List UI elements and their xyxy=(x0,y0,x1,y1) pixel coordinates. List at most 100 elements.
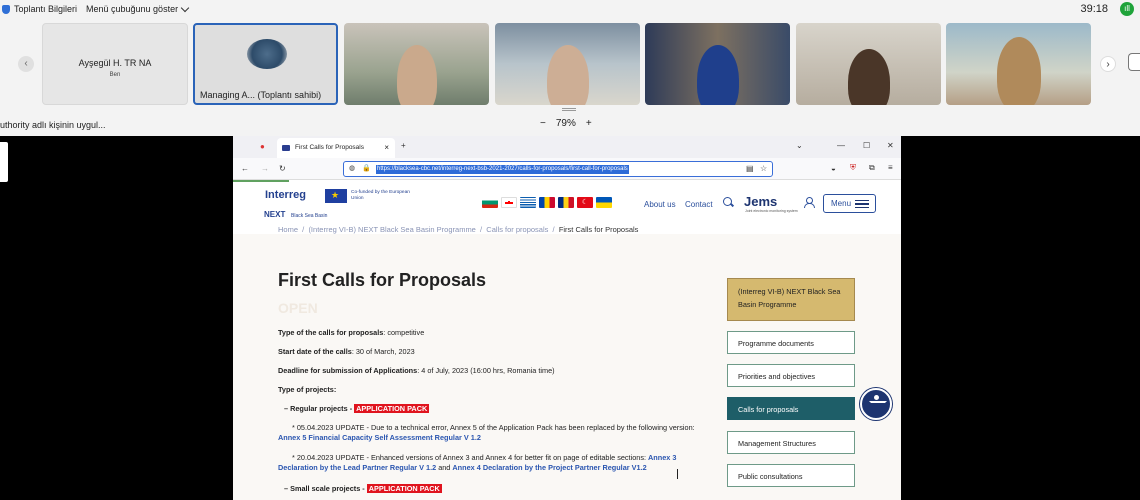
zoom-in-button[interactable]: + xyxy=(586,118,592,129)
sidebar-item-management[interactable]: Management Structures xyxy=(727,431,855,454)
reload-button[interactable]: ↻ xyxy=(279,164,286,173)
reader-view-icon[interactable]: ▤ xyxy=(746,164,754,173)
interreg-logo[interactable]: Interreg xyxy=(265,189,306,201)
projects-label: Type of projects: xyxy=(278,385,337,394)
contact-link[interactable]: Contact xyxy=(685,200,713,209)
meeting-info-label: Toplantı Bilgileri xyxy=(14,4,78,14)
flag-romania-icon[interactable] xyxy=(558,197,574,208)
regular-projects-line: – Regular projects - APPLICATION PACK xyxy=(284,404,704,414)
deadline-label: Deadline for submission of Applications xyxy=(278,366,418,375)
small-label: – Small scale projects - xyxy=(284,484,365,493)
participant-person xyxy=(696,45,739,105)
new-tab-button[interactable]: + xyxy=(401,141,406,150)
forward-button[interactable]: → xyxy=(261,164,269,173)
url-text[interactable]: https://blacksea-cbc.net/interreg-next-b… xyxy=(376,165,629,174)
deadline-value: : 4 of July, 2023 (16:00 hrs, Romania ti… xyxy=(417,366,555,375)
call-type-value: : competitive xyxy=(383,328,425,337)
pocket-icon[interactable]: ◒ xyxy=(831,164,836,173)
flag-moldova-icon[interactable] xyxy=(539,197,555,208)
regular-label: – Regular projects - xyxy=(284,404,353,413)
participant-video-2[interactable] xyxy=(495,23,640,105)
sidebar-item-calls[interactable]: Calls for proposals xyxy=(727,397,855,420)
search-icon[interactable] xyxy=(723,197,732,206)
participant-person xyxy=(996,37,1041,105)
tab-list-icon[interactable]: ⌄ xyxy=(796,141,803,150)
close-tab-icon[interactable]: × xyxy=(384,143,389,152)
breadcrumb: Home / (Interreg VI-B) NEXT Black Sea Ba… xyxy=(278,225,639,234)
participant-video-3[interactable] xyxy=(645,23,790,105)
minimize-button[interactable]: — xyxy=(837,141,845,150)
update2-paragraph: * 20.04.2023 UPDATE - Enhanced versions … xyxy=(278,453,698,473)
lock-icon[interactable]: 🔒 xyxy=(362,164,371,172)
accessibility-icon[interactable] xyxy=(860,388,892,420)
zoom-control: − 79% + xyxy=(540,118,592,129)
menu-button[interactable]: Menu xyxy=(823,194,876,213)
site-header: Interreg NEXT Black Sea Basin Co-funded … xyxy=(233,182,901,226)
participant-tile-self[interactable]: Ayşegül H. TR NA Ben xyxy=(42,23,188,105)
call-type-label: Type of the calls for proposals xyxy=(278,328,384,337)
breadcrumb-calls[interactable]: Calls for proposals xyxy=(486,225,548,234)
flag-bulgaria-icon[interactable] xyxy=(482,197,498,208)
update1-paragraph: * 05.04.2023 UPDATE - Due to a technical… xyxy=(278,423,698,443)
flag-greece-icon[interactable] xyxy=(520,197,536,208)
language-flags: ☾ xyxy=(482,197,612,208)
app-menu-icon[interactable]: ≡ xyxy=(888,163,893,172)
menu-label: Menu xyxy=(831,199,852,208)
firefox-icon[interactable]: ● xyxy=(260,142,265,151)
sidebar-item-priorities[interactable]: Priorities and objectives xyxy=(727,364,855,387)
update2-and: and xyxy=(438,463,451,472)
participant-person xyxy=(546,45,589,105)
shield-icon xyxy=(2,4,10,14)
eu-cofunded-text: Co-funded by the European Union xyxy=(351,190,410,201)
small-application-pack-link[interactable]: APPLICATION PACK xyxy=(366,484,442,493)
flag-turkey-icon[interactable]: ☾ xyxy=(577,197,593,208)
regular-application-pack-link[interactable]: APPLICATION PACK xyxy=(354,404,430,413)
sidebar-item-programme-documents[interactable]: Programme documents xyxy=(727,331,855,354)
call-type-line: Type of the calls for proposals: competi… xyxy=(278,328,698,338)
left-panel-handle[interactable] xyxy=(0,142,8,182)
about-us-link[interactable]: About us xyxy=(644,200,676,209)
participant-sub: Ben xyxy=(109,72,121,78)
flag-georgia-icon[interactable] xyxy=(501,197,517,208)
bookmark-star-icon[interactable]: ☆ xyxy=(760,164,767,173)
user-icon[interactable] xyxy=(804,197,815,208)
sidebar-item-programme[interactable]: (Interreg VI-B) NEXT Black Sea Basin Pro… xyxy=(727,278,855,321)
participant-video-1[interactable] xyxy=(344,23,489,105)
side-panel-toggle[interactable] xyxy=(1128,53,1140,71)
participant-tile-host[interactable]: Managing A... (Toplantı sahibi) xyxy=(193,23,338,105)
flag-ukraine-icon[interactable] xyxy=(596,197,612,208)
annex4-link[interactable]: Annex 4 Declaration by the Project Partn… xyxy=(452,463,646,472)
participant-name: Ayşegül H. TR NA xyxy=(78,58,152,68)
signal-icon[interactable]: ıll xyxy=(1120,2,1134,16)
participant-video-5[interactable] xyxy=(946,23,1091,105)
jems-subtitle: Joint electronic monitoring system xyxy=(745,209,798,213)
shared-screen: ● First Calls for Proposals × + ⌄ — ☐ ✕ … xyxy=(0,136,1140,500)
back-button[interactable]: ← xyxy=(241,164,249,173)
breadcrumb-programme[interactable]: (Interreg VI-B) NEXT Black Sea Basin Pro… xyxy=(308,225,475,234)
breadcrumb-current: First Calls for Proposals xyxy=(558,225,639,234)
extension-badge-icon[interactable]: ⛨ xyxy=(850,163,856,173)
zoom-value: 79% xyxy=(555,118,576,129)
breadcrumb-home[interactable]: Home xyxy=(278,225,298,234)
jems-logo[interactable]: Jems xyxy=(744,194,777,209)
deadline-line: Deadline for submission of Applications:… xyxy=(278,366,698,376)
close-window-button[interactable]: ✕ xyxy=(887,141,894,150)
update1-text: * 05.04.2023 UPDATE - Due to a technical… xyxy=(292,423,695,432)
meeting-info-button[interactable]: Toplantı Bilgileri xyxy=(2,4,77,14)
sidebar-item-public-consultations[interactable]: Public consultations xyxy=(727,464,855,487)
host-logo xyxy=(247,39,287,69)
participant-video-4[interactable] xyxy=(796,23,941,105)
maximize-button[interactable]: ☐ xyxy=(863,141,870,150)
address-bar[interactable]: ◍ 🔒 https://blacksea-cbc.net/interreg-ne… xyxy=(343,161,773,177)
annex5-link[interactable]: Annex 5 Financial Capacity Self Assessme… xyxy=(278,433,481,442)
tab-first-calls[interactable]: First Calls for Proposals × xyxy=(277,138,395,158)
meeting-top-bar: Toplantı Bilgileri Menü çubuğunu göster … xyxy=(0,0,1140,20)
zoom-out-button[interactable]: − xyxy=(540,118,546,129)
shield-icon[interactable]: ◍ xyxy=(349,164,355,172)
show-menu-bar-button[interactable]: Menü çubuğunu göster xyxy=(86,3,190,14)
resize-grip[interactable] xyxy=(562,108,576,111)
prev-participants-button[interactable]: ‹ xyxy=(18,56,34,72)
browser-window: ● First Calls for Proposals × + ⌄ — ☐ ✕ … xyxy=(233,136,901,500)
extensions-icon[interactable]: ⧉ xyxy=(869,163,875,173)
next-participants-button[interactable]: › xyxy=(1100,56,1116,72)
